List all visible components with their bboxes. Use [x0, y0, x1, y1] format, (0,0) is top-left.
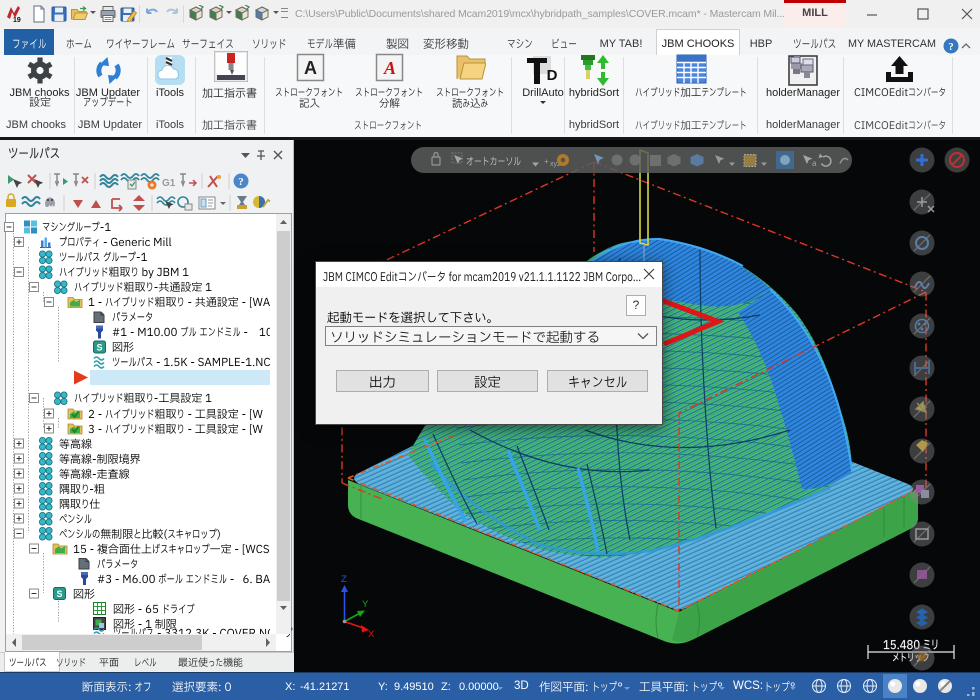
- svg-text:Y: Y: [362, 599, 369, 610]
- svg-text:+: +: [544, 157, 549, 166]
- svg-text:Z: Z: [341, 574, 347, 585]
- svg-text:S: S: [96, 343, 102, 353]
- svg-text:D: D: [547, 67, 558, 84]
- svg-text:A: A: [383, 58, 396, 78]
- svg-text:X: X: [368, 629, 375, 640]
- svg-text:A: A: [304, 58, 317, 78]
- svg-text:a: a: [812, 159, 817, 168]
- svg-text:S: S: [56, 589, 62, 599]
- svg-text:?: ?: [948, 41, 954, 53]
